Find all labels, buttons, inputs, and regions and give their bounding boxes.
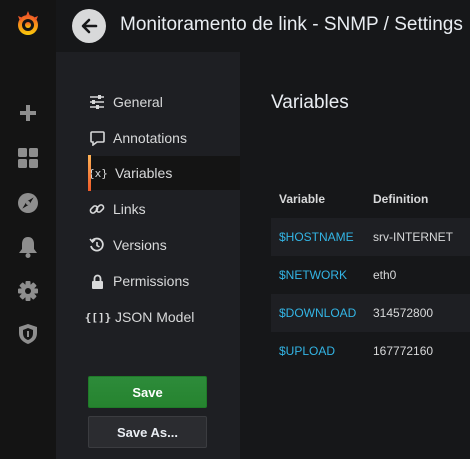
- back-button[interactable]: [72, 9, 106, 43]
- section-title: Variables: [271, 92, 349, 113]
- page-title: Monitoramento de link - SNMP / Settings: [120, 14, 463, 35]
- page-header: Monitoramento de link - SNMP / Settings: [56, 0, 470, 52]
- nav-annotations-label: Annotations: [113, 130, 187, 146]
- link-icon: [88, 200, 106, 218]
- explore-icon[interactable]: [12, 187, 44, 219]
- variable-link[interactable]: $HOSTNAME: [279, 230, 354, 244]
- variable-icon: {x}: [88, 166, 108, 180]
- save-as-button[interactable]: Save As...: [88, 416, 207, 448]
- plus-icon[interactable]: [12, 97, 44, 129]
- variable-definition: srv-INTERNET: [373, 230, 453, 244]
- nav-json-model-label: JSON Model: [115, 309, 195, 325]
- configuration-icon[interactable]: [12, 275, 44, 307]
- variable-link[interactable]: $NETWORK: [279, 268, 347, 282]
- nav-annotations[interactable]: Annotations: [88, 121, 240, 155]
- variable-link[interactable]: $UPLOAD: [279, 344, 335, 358]
- alerting-icon[interactable]: [12, 231, 44, 263]
- nav-general-label: General: [113, 94, 163, 110]
- variables-panel: Variables Variable Definition $HOSTNAME …: [240, 52, 470, 459]
- nav-versions[interactable]: Versions: [88, 228, 240, 262]
- nav-permissions[interactable]: Permissions: [88, 264, 240, 298]
- nav-links-label: Links: [113, 201, 146, 217]
- side-menu: [0, 0, 56, 459]
- grafana-logo-icon[interactable]: [12, 8, 44, 40]
- nav-permissions-label: Permissions: [113, 273, 190, 289]
- column-header-definition: Definition: [373, 192, 429, 206]
- save-button[interactable]: Save: [88, 376, 207, 408]
- variable-definition: eth0: [373, 268, 397, 282]
- history-icon: [88, 236, 106, 254]
- nav-versions-label: Versions: [113, 237, 167, 253]
- code-icon: {[]}: [84, 310, 112, 324]
- variable-definition: 167772160: [373, 344, 434, 358]
- comment-icon: [88, 129, 106, 147]
- nav-json-model[interactable]: {[]} JSON Model: [84, 300, 240, 334]
- arrow-left-icon: [81, 18, 98, 34]
- variable-definition: 314572800: [373, 306, 434, 320]
- table-row: $UPLOAD 167772160: [271, 332, 470, 370]
- column-header-variable: Variable: [279, 192, 326, 206]
- lock-icon: [88, 272, 106, 290]
- variable-link[interactable]: $DOWNLOAD: [279, 306, 356, 320]
- shield-icon[interactable]: [12, 318, 44, 350]
- nav-links[interactable]: Links: [88, 192, 240, 226]
- nav-variables-label: Variables: [115, 165, 173, 181]
- nav-general[interactable]: General: [88, 85, 240, 119]
- table-header: Variable Definition: [271, 192, 470, 206]
- table-row: $NETWORK eth0: [271, 256, 470, 294]
- table-row: $DOWNLOAD 314572800: [271, 294, 470, 332]
- sliders-icon: [88, 93, 106, 111]
- dashboards-icon[interactable]: [12, 142, 44, 174]
- active-indicator: [88, 155, 91, 191]
- table-row: $HOSTNAME srv-INTERNET: [271, 218, 470, 256]
- nav-variables[interactable]: {x} Variables: [88, 156, 240, 190]
